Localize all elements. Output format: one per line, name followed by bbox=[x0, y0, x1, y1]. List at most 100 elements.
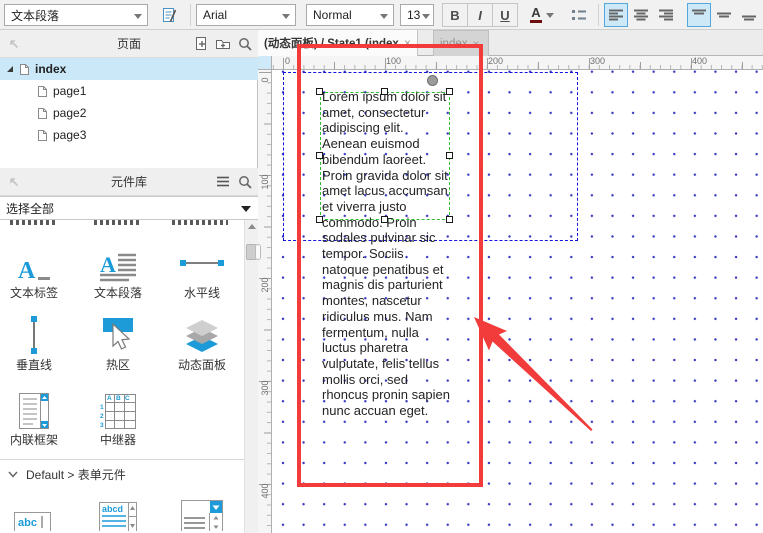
left-sidebar: 页面 index bbox=[0, 30, 258, 533]
widget-item-text-label[interactable]: A 文本标签 bbox=[0, 244, 76, 301]
valign-top-button[interactable] bbox=[687, 3, 711, 27]
widget-item-hot-area[interactable]: 热区 bbox=[76, 316, 160, 373]
library-section-header[interactable]: Default > 表单元件 bbox=[8, 466, 126, 483]
library-filter-select[interactable]: 选择全部 bbox=[0, 196, 258, 220]
ruler-label: 100 bbox=[386, 56, 401, 66]
align-center-button[interactable] bbox=[629, 3, 653, 27]
page-tree-item-page1[interactable]: page1 bbox=[0, 80, 258, 102]
collapse-panel-icon[interactable] bbox=[2, 171, 24, 193]
widget-item-text-field[interactable]: abc bbox=[0, 494, 76, 531]
resize-handle-n[interactable] bbox=[381, 88, 388, 95]
dropdown-arrow-icon bbox=[422, 14, 430, 19]
toolbar-separator bbox=[598, 4, 599, 26]
ruler-corner bbox=[258, 56, 272, 70]
design-canvas[interactable]: Lorem ipsum dolor sit amet, consectetur … bbox=[272, 70, 763, 533]
text-area-icon: abcd bbox=[99, 494, 137, 531]
widget-item-horizontal-line[interactable]: 水平线 bbox=[160, 244, 244, 301]
widget-item-vertical-line[interactable]: 垂直线 bbox=[0, 316, 76, 373]
page-label: index bbox=[35, 62, 66, 76]
widget-library-header: 元件库 bbox=[0, 168, 258, 196]
add-folder-icon[interactable] bbox=[212, 33, 234, 55]
align-right-button[interactable] bbox=[654, 3, 678, 27]
edit-style-button[interactable] bbox=[156, 3, 182, 27]
font-family-value: Arial bbox=[203, 8, 227, 22]
menu-icon[interactable] bbox=[212, 171, 234, 193]
close-icon[interactable]: × bbox=[473, 38, 480, 50]
widget-item-text-paragraph[interactable]: A 文本段落 bbox=[76, 244, 160, 301]
vertical-line-icon bbox=[30, 316, 38, 354]
toolbar-separator bbox=[190, 4, 191, 26]
splitter-handle[interactable] bbox=[255, 244, 261, 260]
tab-dynamic-panel-state1[interactable]: (动态面板) / State1 (index) × bbox=[258, 30, 418, 56]
underline-button[interactable]: U bbox=[492, 3, 518, 27]
tab-index[interactable]: index × bbox=[433, 30, 489, 56]
rotate-handle[interactable] bbox=[427, 75, 438, 86]
horizontal-ruler: 0 100 200 300 400 bbox=[272, 56, 763, 70]
widget-item-droplist[interactable] bbox=[160, 494, 244, 531]
page-icon bbox=[19, 63, 30, 76]
widget-item-repeater[interactable]: A B C 1 2 3 bbox=[76, 391, 160, 448]
widget-item-inline-frame[interactable]: 内联框架 bbox=[0, 391, 76, 448]
font-family-select[interactable]: Arial bbox=[196, 4, 296, 26]
collapse-panel-icon[interactable] bbox=[2, 33, 24, 55]
align-left-button[interactable] bbox=[604, 3, 628, 27]
resize-handle-w[interactable] bbox=[316, 152, 323, 159]
clipped-widget-label bbox=[94, 220, 142, 225]
page-label: page1 bbox=[53, 84, 86, 98]
valign-bottom-button[interactable] bbox=[737, 3, 761, 27]
scroll-up-icon[interactable] bbox=[245, 220, 259, 234]
font-size-select[interactable]: 13 bbox=[400, 4, 434, 26]
vertical-ruler: 0 100 200 300 400 bbox=[258, 70, 272, 533]
page-tree-item-page2[interactable]: page2 bbox=[0, 102, 258, 124]
search-icon[interactable] bbox=[234, 171, 256, 193]
resize-handle-se[interactable] bbox=[446, 216, 453, 223]
search-icon[interactable] bbox=[234, 33, 256, 55]
tree-expand-icon[interactable] bbox=[6, 65, 14, 73]
valign-middle-button[interactable] bbox=[712, 3, 736, 27]
page-tree-item-index[interactable]: index bbox=[0, 58, 258, 80]
inline-frame-icon bbox=[19, 391, 49, 429]
axure-app-window: 文本段落 Arial Normal 13 B I U bbox=[0, 0, 763, 533]
page-icon bbox=[37, 107, 48, 120]
widget-style-select[interactable]: 文本段落 bbox=[4, 4, 148, 26]
section-label: Default > 表单元件 bbox=[26, 466, 126, 483]
resize-handle-s[interactable] bbox=[381, 216, 388, 223]
resize-handle-nw[interactable] bbox=[316, 88, 323, 95]
resize-handle-sw[interactable] bbox=[316, 216, 323, 223]
widget-library-panel: 元件库 选择全部 bbox=[0, 168, 258, 533]
page-tree-item-page3[interactable]: page3 bbox=[0, 124, 258, 146]
dynamic-panel-icon bbox=[184, 316, 220, 354]
resize-handle-ne[interactable] bbox=[446, 88, 453, 95]
text-label-icon: A bbox=[16, 244, 52, 282]
clipped-widget-label bbox=[10, 220, 58, 225]
font-color-swatch bbox=[530, 20, 542, 23]
underline-label: U bbox=[500, 8, 509, 23]
canvas-tab-bar: (动态面板) / State1 (index) × index × bbox=[258, 30, 763, 56]
widget-item-dynamic-panel[interactable]: 动态面板 bbox=[160, 316, 244, 373]
italic-button[interactable]: I bbox=[467, 3, 493, 27]
add-page-icon[interactable] bbox=[190, 33, 212, 55]
top-toolbar: 文本段落 Arial Normal 13 B I U bbox=[0, 0, 763, 30]
tab-label: (动态面板) / State1 (index) bbox=[264, 35, 399, 51]
close-icon[interactable]: × bbox=[404, 37, 411, 49]
section-divider bbox=[0, 459, 244, 460]
chevron-down-icon bbox=[8, 471, 18, 478]
ruler-label: 400 bbox=[692, 56, 707, 66]
svg-text:C: C bbox=[125, 395, 130, 402]
font-weight-select[interactable]: Normal bbox=[306, 4, 394, 26]
svg-text:A: A bbox=[100, 252, 116, 277]
svg-text:abc: abc bbox=[18, 517, 37, 529]
ruler-label: 200 bbox=[488, 56, 503, 66]
font-color-button[interactable]: A bbox=[525, 3, 559, 27]
hot-area-icon bbox=[101, 316, 135, 354]
tab-label: index bbox=[440, 38, 468, 50]
page-icon bbox=[37, 85, 48, 98]
repeater-icon: A B C 1 2 3 bbox=[100, 391, 136, 429]
font-weight-value: Normal bbox=[313, 8, 352, 22]
resize-handle-e[interactable] bbox=[446, 152, 453, 159]
bold-button[interactable]: B bbox=[442, 3, 468, 27]
bullet-list-button[interactable] bbox=[566, 3, 592, 27]
selection-outline bbox=[320, 92, 450, 220]
text-paragraph-icon: A bbox=[99, 244, 137, 282]
widget-item-text-area[interactable]: abcd bbox=[76, 494, 160, 531]
